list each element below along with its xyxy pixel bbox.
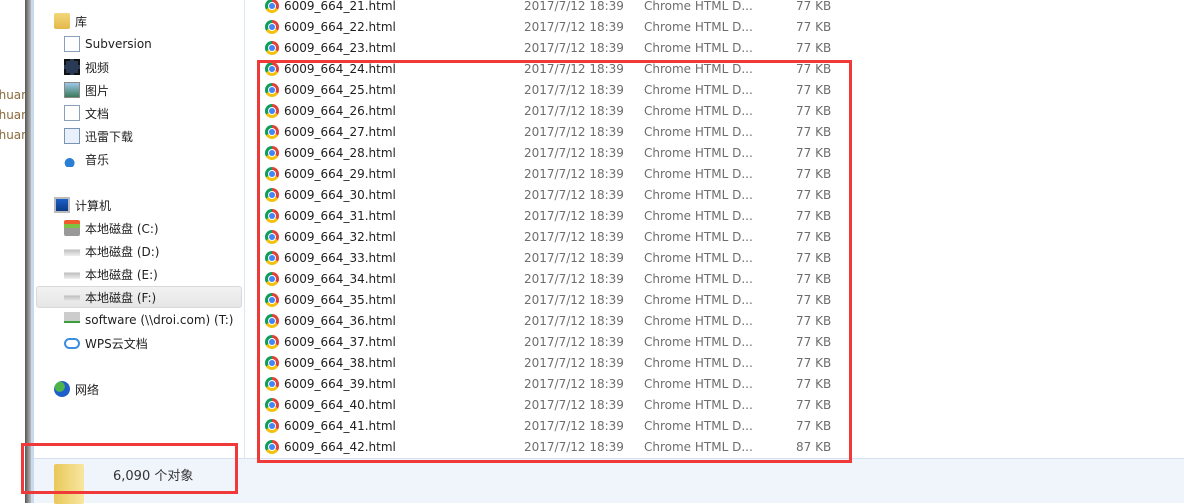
drive-icon [64,243,80,259]
download-icon [64,128,80,144]
nav-item[interactable]: WPS云文档 [64,332,148,354]
nav-label: 图片 [85,83,110,98]
file-date: 2017/7/12 18:39 [524,40,624,55]
nav-label: 音乐 [85,152,110,167]
nav-label: software (\\droi.com) (T:) [85,313,234,327]
nav-label: 库 [75,14,88,29]
file-name: 6009_664_22.html [284,19,396,34]
nav-label: 文档 [85,106,110,121]
chrome-file-icon [265,40,279,55]
nav-item[interactable]: 本地磁盘 (D:) [64,240,159,262]
file-size: 77 KB [796,40,832,55]
nav-label: 本地磁盘 (F:) [85,290,157,305]
file-type: Chrome HTML D... [644,40,753,55]
background-text: chuan [0,108,25,122]
navigation-pane: 库 Subversion 视频图片文档迅雷下载音乐计算机本地磁盘 (C:) 本地磁盘 … [34,0,245,458]
document-icon [64,105,80,121]
computer-icon [54,197,70,213]
file-row[interactable]: 6009_664_21.html 2017/7/12 18:39 Chrome … [246,0,846,16]
file-name: 6009_664_21.html [284,0,396,13]
network-drive-icon [64,312,80,328]
chrome-file-icon [265,0,279,13]
file-row[interactable]: 6009_664_23.html 2017/7/12 18:39 Chrome … [246,37,846,58]
nav-label: Subversion [85,37,152,51]
file-row[interactable]: 6009_664_22.html 2017/7/12 18:39 Chrome … [246,16,846,37]
file-size: 77 KB [796,0,832,13]
nav-label: 本地磁盘 (C:) [85,221,159,236]
nav-computer[interactable]: 计算机 [54,194,111,216]
nav-label: 视频 [85,60,110,75]
nav-item[interactable]: 本地磁盘 (C:) [64,217,159,239]
drive-icon [64,289,80,305]
background-text: chuan [0,88,25,102]
network-icon [54,381,70,397]
nav-item[interactable]: 图片 [64,79,109,101]
picture-icon [64,82,80,98]
nav-label: 计算机 [75,198,112,213]
file-type: Chrome HTML D... [644,0,753,13]
file-type: Chrome HTML D... [644,19,753,34]
file-name: 6009_664_23.html [284,40,396,55]
nav-network[interactable]: 网络 [54,378,99,400]
background-text: chuan [0,128,25,142]
file-date: 2017/7/12 18:39 [524,19,624,34]
nav-item[interactable]: 视频 [64,56,109,78]
chrome-file-icon [265,19,279,34]
annotation-box-files [257,60,852,463]
nav-label: 迅雷下载 [85,129,134,144]
nav-item[interactable]: software (\\droi.com) (T:) [64,309,233,331]
file-size: 77 KB [796,19,832,34]
background-window: chuan chuan chuan [0,0,25,503]
nav-item[interactable]: Subversion [64,33,152,55]
nav-label: 网络 [75,382,100,397]
annotation-box-status [21,443,238,494]
nav-item[interactable]: 迅雷下载 [64,125,133,147]
nav-label: 本地磁盘 (D:) [85,244,160,259]
nav-item[interactable]: 本地磁盘 (F:) [36,286,242,308]
nav-libraries[interactable]: 库 [54,10,87,32]
drive-icon [64,266,80,282]
video-icon [64,59,80,75]
file-date: 2017/7/12 18:39 [524,0,624,13]
music-icon [64,151,80,167]
nav-label: WPS云文档 [85,336,148,351]
nav-item[interactable]: 音乐 [64,148,109,170]
system-drive-icon [64,220,80,236]
nav-item[interactable]: 文档 [64,102,109,124]
nav-item[interactable]: 本地磁盘 (E:) [64,263,158,285]
cloud-icon [64,337,80,349]
nav-label: 本地磁盘 (E:) [85,267,158,282]
library-folder-icon [54,13,70,29]
document-icon [64,36,80,52]
